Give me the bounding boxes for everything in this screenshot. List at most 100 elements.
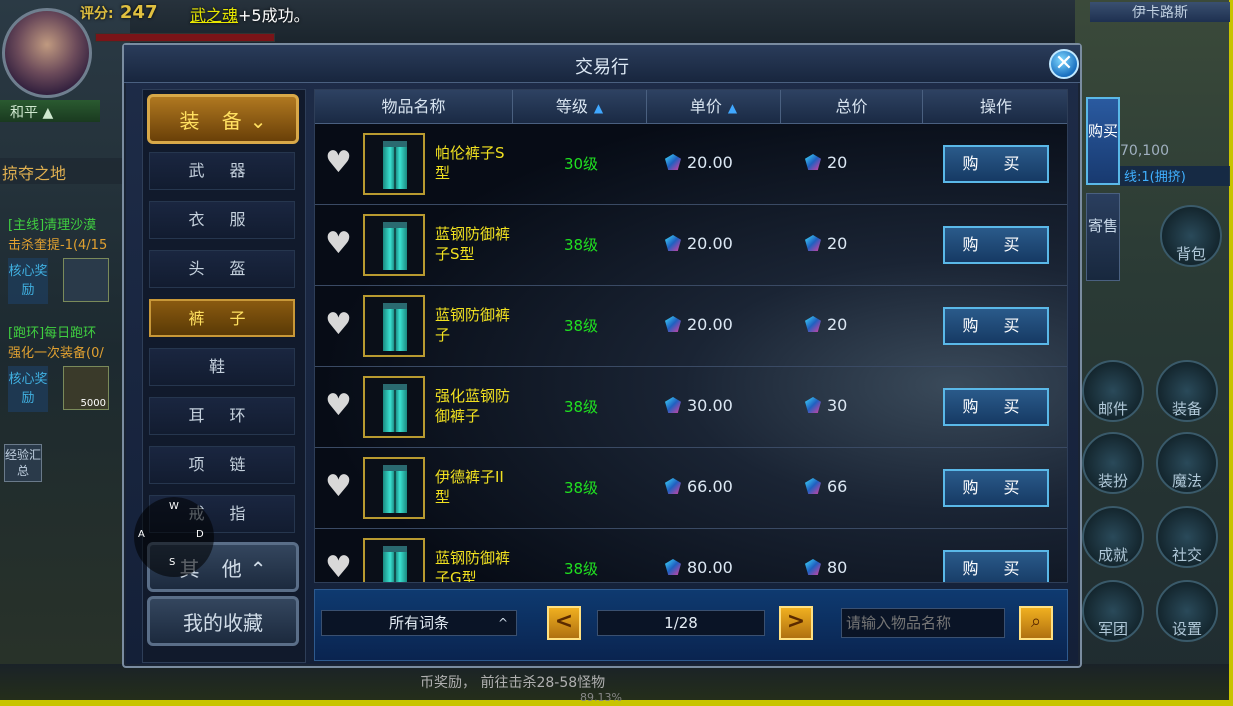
unit-price: 20.00 xyxy=(665,315,785,334)
unit-price-value: 80.00 xyxy=(687,558,733,577)
total-price-value: 66 xyxy=(827,477,848,496)
diamond-icon xyxy=(805,559,821,575)
player-avatar[interactable] xyxy=(2,8,92,98)
score-value: 247 xyxy=(119,2,158,23)
stance-toggle[interactable]: 和平 ▲ xyxy=(0,100,100,122)
col-header-level[interactable]: 等级 ▲ xyxy=(513,90,647,124)
favorite-heart-icon[interactable]: ♥ xyxy=(325,310,355,340)
settings-label: 设置 xyxy=(1171,620,1202,638)
my-favorites-button[interactable]: 我的收藏 xyxy=(147,596,299,646)
subcategory-clothes[interactable]: 衣 服 xyxy=(149,201,295,239)
buy-button[interactable]: 购 买 xyxy=(943,226,1049,264)
buy-button[interactable]: 购 买 xyxy=(943,469,1049,507)
exp-summary-button[interactable]: 经验汇总 xyxy=(4,444,42,482)
unit-price: 20.00 xyxy=(665,234,785,253)
stance-label: 和平 xyxy=(10,105,38,121)
item-icon-slot[interactable] xyxy=(363,376,425,438)
pants-icon xyxy=(383,465,407,513)
close-icon[interactable]: ✕ xyxy=(1049,49,1079,79)
quest-title[interactable]: [主线]清理沙漠 xyxy=(8,214,130,233)
dpad-left-key[interactable]: A xyxy=(138,529,145,540)
table-row[interactable]: ♥ 蓝钢防御裤子 38级 20.00 20 购 买 xyxy=(315,287,1067,367)
table-row[interactable]: ♥ 蓝钢防御裤子S型 38级 20.00 20 购 买 xyxy=(315,206,1067,286)
legion-button[interactable]: 军团 xyxy=(1082,580,1144,642)
total-price-value: 80 xyxy=(827,558,848,577)
magic-button[interactable]: 魔法 xyxy=(1156,432,1218,494)
subcategory-helmet[interactable]: 头 盔 xyxy=(149,250,295,288)
favorite-heart-icon[interactable]: ♥ xyxy=(325,148,355,178)
item-icon-slot[interactable] xyxy=(363,457,425,519)
buy-button[interactable]: 购 买 xyxy=(943,550,1049,582)
social-label: 社交 xyxy=(1171,546,1202,564)
total-price: 20 xyxy=(805,234,885,253)
table-row[interactable]: ♥ 帕伦裤子S型 30级 20.00 20 购 买 xyxy=(315,125,1067,205)
quest-reward-label: 核心奖励 xyxy=(8,366,48,412)
bag-button[interactable]: 背包 xyxy=(1160,205,1222,267)
buy-button[interactable]: 购 买 xyxy=(943,388,1049,426)
search-icon[interactable]: ⌕ xyxy=(1019,606,1053,640)
attribute-filter-dropdown[interactable]: 所有词条 ^ xyxy=(321,610,517,636)
buy-button[interactable]: 购 买 xyxy=(943,307,1049,345)
dpad-up-key[interactable]: W xyxy=(169,501,179,512)
reward-item-slot[interactable] xyxy=(63,258,109,302)
col-header-action: 操作 xyxy=(979,97,1012,116)
table-row[interactable]: ♥ 伊德裤子II型 38级 66.00 66 购 买 xyxy=(315,449,1067,529)
unit-price-value: 20.00 xyxy=(687,315,733,334)
achievement-button[interactable]: 成就 xyxy=(1082,506,1144,568)
item-icon-slot[interactable] xyxy=(363,214,425,276)
subcategory-pants[interactable]: 裤 子 xyxy=(149,299,295,337)
dpad-right-key[interactable]: D xyxy=(196,529,204,540)
table-row[interactable]: ♥ 蓝钢防御裤子G型 38级 80.00 80 购 买 xyxy=(315,530,1067,583)
item-level: 38级 xyxy=(563,236,599,254)
notice-item-name[interactable]: 武之魂 xyxy=(190,6,238,25)
tab-consign[interactable]: 寄售 xyxy=(1086,193,1120,281)
item-name: 蓝钢防御裤子S型 xyxy=(435,225,511,263)
quest-title[interactable]: [跑环]每日跑环 xyxy=(8,322,130,341)
chevron-up-icon: ^ xyxy=(497,616,508,630)
pants-icon xyxy=(383,222,407,270)
diamond-icon xyxy=(805,478,821,494)
favorite-heart-icon[interactable]: ♥ xyxy=(325,391,355,421)
map-coords: 70,100 xyxy=(1120,143,1169,159)
category-sidebar: 装 备⌄ 武 器 衣 服 头 盔 裤 子 鞋 耳 环 项 链 戒 指 其 他⌃ … xyxy=(142,89,306,663)
col-header-unit-price[interactable]: 单价 ▲ xyxy=(647,90,781,124)
prev-page-button[interactable]: < xyxy=(547,606,581,640)
dressup-button[interactable]: 装扮 xyxy=(1082,432,1144,494)
next-page-button[interactable]: > xyxy=(779,606,813,640)
total-price: 66 xyxy=(805,477,885,496)
favorite-heart-icon[interactable]: ♥ xyxy=(325,472,355,502)
settings-button[interactable]: 设置 xyxy=(1156,580,1218,642)
category-equipment[interactable]: 装 备⌄ xyxy=(147,94,299,144)
buy-button[interactable]: 购 买 xyxy=(943,145,1049,183)
item-search-input[interactable] xyxy=(841,608,1005,638)
col-header-unit-price-label: 单价 xyxy=(689,97,722,116)
equipment-label: 装备 xyxy=(1171,400,1202,418)
favorite-heart-icon[interactable]: ♥ xyxy=(325,229,355,259)
channel-select[interactable]: 线:1(拥挤) xyxy=(1120,166,1230,186)
virtual-dpad[interactable]: W A D S xyxy=(134,497,214,577)
chevron-up-icon: ⌃ xyxy=(249,557,267,581)
unit-price-value: 20.00 xyxy=(687,234,733,253)
item-level: 38级 xyxy=(563,560,599,578)
item-icon-slot[interactable] xyxy=(363,133,425,195)
mail-button[interactable]: 邮件 xyxy=(1082,360,1144,422)
social-button[interactable]: 社交 xyxy=(1156,506,1218,568)
quest-detail[interactable]: 强化一次装备(0/ xyxy=(8,342,130,361)
subcategory-necklace[interactable]: 项 链 xyxy=(149,446,295,484)
item-icon-slot[interactable] xyxy=(363,538,425,582)
equipment-button[interactable]: 装备 xyxy=(1156,360,1218,422)
subcategory-weapon[interactable]: 武 器 xyxy=(149,152,295,190)
dpad-down-key[interactable]: S xyxy=(169,557,175,568)
total-price: 80 xyxy=(805,558,885,577)
quest-detail[interactable]: 击杀奎提-1(4/15 xyxy=(8,234,130,253)
subcategory-shoes[interactable]: 鞋 xyxy=(149,348,295,386)
item-icon-slot[interactable] xyxy=(363,295,425,357)
subcategory-earrings[interactable]: 耳 环 xyxy=(149,397,295,435)
tab-buy[interactable]: 购买 xyxy=(1086,97,1120,185)
pants-icon xyxy=(383,141,407,189)
favorite-heart-icon[interactable]: ♥ xyxy=(325,553,355,583)
table-row[interactable]: ♥ 强化蓝钢防御裤子 38级 30.00 30 购 买 xyxy=(315,368,1067,448)
diamond-icon xyxy=(805,235,821,251)
total-price-value: 30 xyxy=(827,396,848,415)
reward-item-slot[interactable]: 5000 xyxy=(63,366,109,410)
